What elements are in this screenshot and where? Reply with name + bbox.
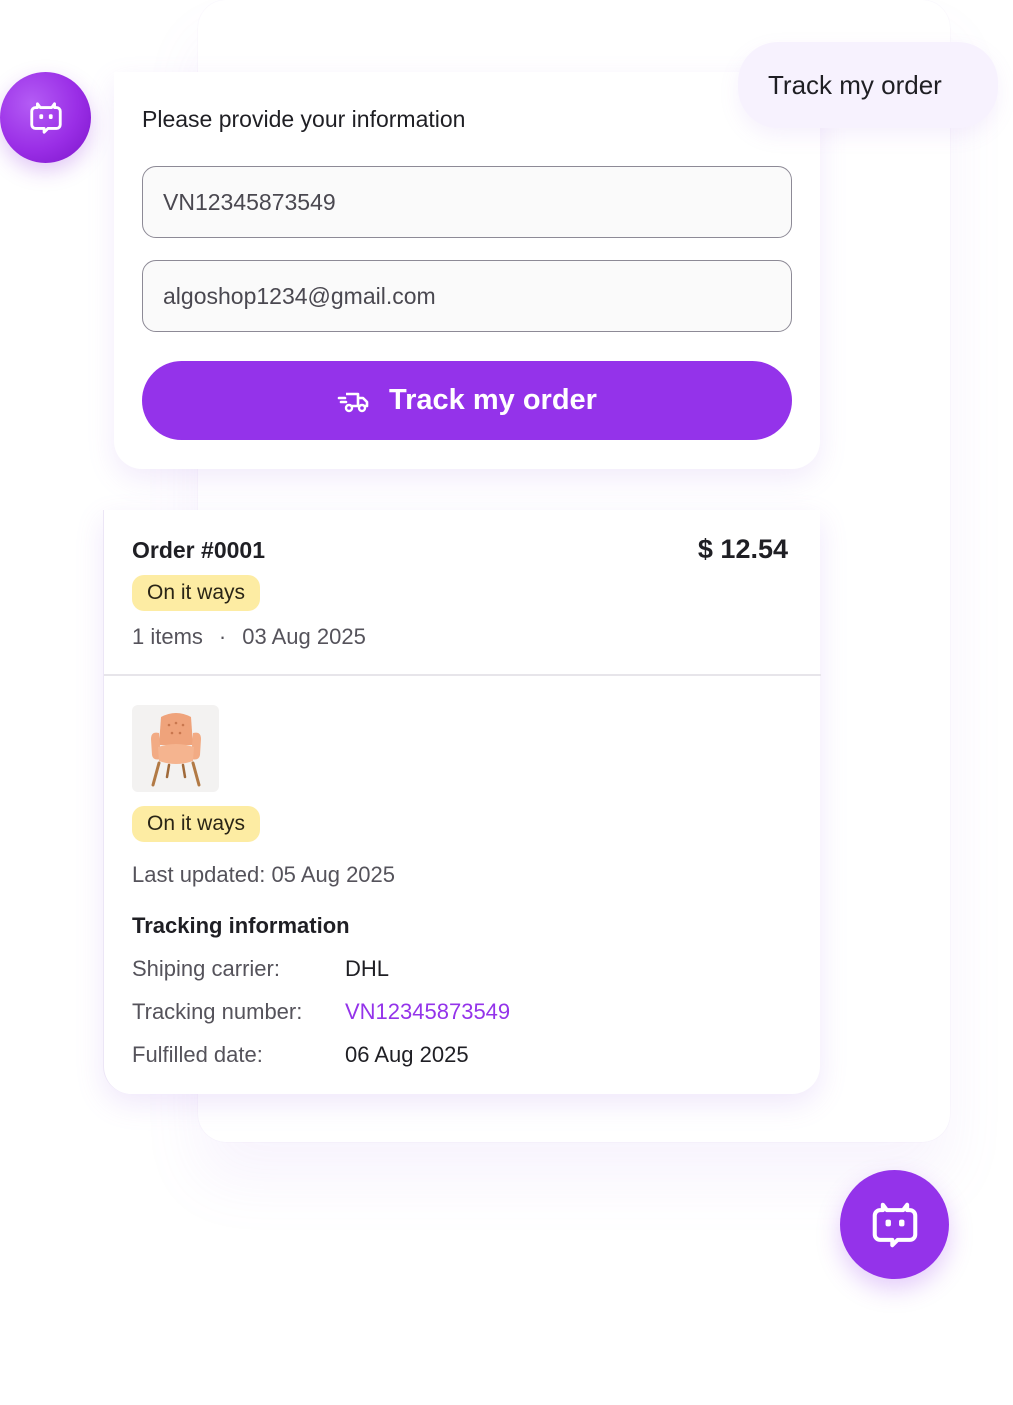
track-order-button-label: Track my order (389, 384, 597, 416)
meta-separator: · (218, 624, 227, 649)
fulfilled-date-label: Fulfilled date: (132, 1042, 263, 1067)
tracking-number-row: Tracking number: VN12345873549 (132, 999, 510, 1025)
order-divider (104, 674, 821, 676)
order-meta: 1 items · 03 Aug 2025 (132, 624, 366, 650)
order-date: 03 Aug 2025 (242, 624, 366, 649)
chat-bot-launcher-icon (872, 1202, 917, 1247)
bot-avatar (0, 72, 91, 163)
track-order-button[interactable]: Track my order (142, 361, 792, 440)
order-number-input[interactable] (142, 166, 792, 238)
tracking-number-link[interactable]: VN12345873549 (345, 999, 510, 1025)
tracking-number-label: Tracking number: (132, 999, 303, 1024)
carrier-value: DHL (345, 956, 390, 981)
chat-widget-stage: Please provide your information Track my… (0, 0, 1013, 1405)
order-status-badge: On it ways (132, 575, 261, 611)
order-title: Order #0001 (132, 537, 265, 563)
order-result-card: Order #0001 $ 12.54 On it ways 1 items ·… (103, 510, 821, 1094)
form-prompt: Please provide your information (142, 106, 466, 132)
armchair-image (150, 712, 201, 786)
order-total: $ 12.54 (697, 534, 788, 564)
user-message-bubble: Track my order (738, 42, 998, 128)
tracking-info-heading: Tracking information (132, 913, 350, 938)
carrier-row: Shiping carrier: DHL (132, 956, 389, 982)
bot-face-icon (29, 101, 62, 134)
delivery-truck-icon (337, 392, 369, 412)
carrier-label: Shiping carrier: (132, 956, 280, 981)
user-message-text: Track my order (768, 69, 942, 100)
order-lookup-form-card: Please provide your information Track my… (114, 72, 820, 469)
last-updated-text: Last updated: 05 Aug 2025 (132, 862, 396, 887)
product-thumbnail (132, 705, 219, 792)
fulfilled-date-row: Fulfilled date: 06 Aug 2025 (132, 1042, 469, 1068)
shipment-status-badge: On it ways (132, 806, 261, 842)
order-items-count: 1 items (132, 624, 203, 649)
fulfilled-date-value: 06 Aug 2025 (345, 1042, 469, 1067)
email-input[interactable] (142, 260, 792, 332)
chat-launcher-button[interactable] (840, 1170, 949, 1279)
